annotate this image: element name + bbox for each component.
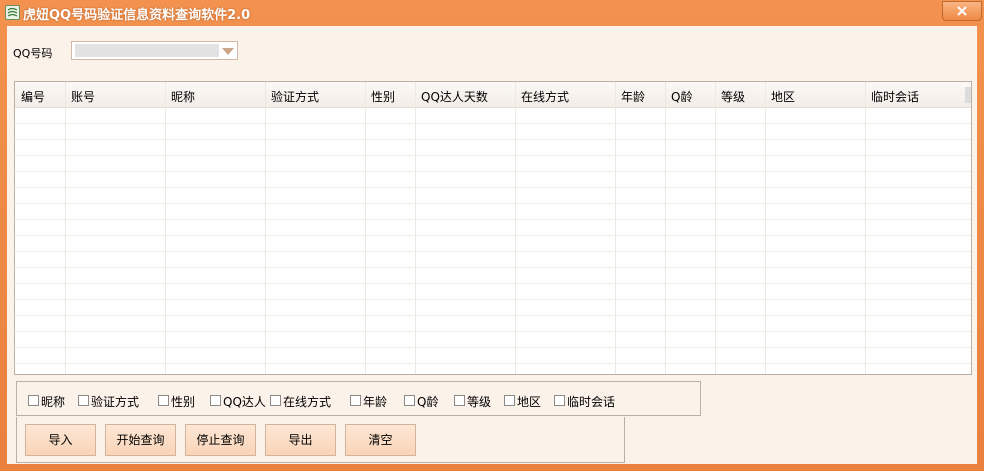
close-button[interactable] [942, 1, 982, 21]
row-divider [15, 235, 971, 236]
checkbox-label[interactable]: 等级 [467, 393, 491, 410]
checkbox-label[interactable]: QQ达人 [223, 393, 266, 410]
row-divider [15, 219, 971, 220]
row-divider [15, 315, 971, 316]
checkbox-label[interactable]: 在线方式 [283, 393, 331, 410]
qq-number-combobox[interactable] [71, 41, 238, 60]
row-divider [15, 299, 971, 300]
vertical-scrollbar[interactable] [965, 87, 971, 103]
checkbox-box[interactable] [554, 395, 565, 406]
row-divider [15, 123, 971, 124]
row-divider [15, 283, 971, 284]
row-divider [15, 347, 971, 348]
import-button[interactable]: 导入 [25, 424, 96, 456]
close-icon [957, 6, 967, 16]
column-header-q-age[interactable]: Q龄 [671, 88, 692, 105]
column-header-account[interactable]: 账号 [71, 88, 95, 105]
column-header-gender[interactable]: 性别 [371, 88, 395, 105]
checkbox-box[interactable] [158, 395, 169, 406]
row-divider [15, 331, 971, 332]
app-logo-icon [5, 5, 20, 20]
checkbox-label[interactable]: 临时会话 [567, 393, 615, 410]
row-divider [15, 187, 971, 188]
checkbox-label[interactable]: 地区 [517, 393, 541, 410]
start-query-button[interactable]: 开始查询 [105, 424, 176, 456]
title-bar: 虎妞QQ号码验证信息资料查询软件2.0 [0, 0, 984, 26]
column-header-id[interactable]: 编号 [21, 88, 45, 105]
app-window: 虎妞QQ号码验证信息资料查询软件2.0 QQ号码 编号 账号 昵称 验证方式 性… [0, 0, 984, 471]
checkbox-box[interactable] [504, 395, 515, 406]
column-header-age[interactable]: 年龄 [621, 88, 645, 105]
table-header: 编号 账号 昵称 验证方式 性别 QQ达人天数 在线方式 年龄 Q龄 等级 地区… [15, 82, 971, 108]
row-divider [15, 155, 971, 156]
checkbox-label[interactable]: 昵称 [41, 393, 65, 410]
checkbox-label[interactable]: 性别 [171, 393, 195, 410]
checkbox-label[interactable]: 验证方式 [91, 393, 139, 410]
qq-number-label: QQ号码 [13, 47, 53, 60]
checkbox-box[interactable] [404, 395, 415, 406]
chevron-down-icon[interactable] [222, 48, 234, 55]
field-options-group: 昵称 验证方式 性别 QQ达人 在线方式 年龄 Q龄 等级 地区 临时会话 [16, 381, 701, 416]
clear-button[interactable]: 清空 [345, 424, 416, 456]
checkbox-box[interactable] [28, 395, 39, 406]
row-divider [15, 363, 971, 364]
checkbox-label[interactable]: 年龄 [363, 393, 387, 410]
row-divider [15, 203, 971, 204]
results-table[interactable]: 编号 账号 昵称 验证方式 性别 QQ达人天数 在线方式 年龄 Q龄 等级 地区… [14, 81, 972, 375]
column-header-online-mode[interactable]: 在线方式 [521, 88, 569, 105]
checkbox-box[interactable] [454, 395, 465, 406]
qq-number-input[interactable] [75, 44, 219, 57]
row-divider [15, 139, 971, 140]
column-header-level[interactable]: 等级 [721, 88, 745, 105]
column-header-region[interactable]: 地区 [771, 88, 795, 105]
column-header-nickname[interactable]: 昵称 [171, 88, 195, 105]
column-header-temp-chat[interactable]: 临时会话 [871, 88, 919, 105]
row-divider [15, 251, 971, 252]
checkbox-label[interactable]: Q龄 [417, 393, 438, 410]
window-title: 虎妞QQ号码验证信息资料查询软件2.0 [23, 8, 251, 23]
export-button[interactable]: 导出 [265, 424, 336, 456]
client-area: QQ号码 编号 账号 昵称 验证方式 性别 QQ达人天数 在线方式 年龄 Q龄 … [7, 26, 977, 464]
checkbox-box[interactable] [78, 395, 89, 406]
column-header-verify-method[interactable]: 验证方式 [271, 88, 319, 105]
checkbox-box[interactable] [350, 395, 361, 406]
row-divider [15, 171, 971, 172]
stop-query-button[interactable]: 停止查询 [185, 424, 256, 456]
checkbox-box[interactable] [270, 395, 281, 406]
row-divider [15, 267, 971, 268]
checkbox-box[interactable] [210, 395, 221, 406]
column-header-qq-talent-days[interactable]: QQ达人天数 [421, 88, 488, 105]
